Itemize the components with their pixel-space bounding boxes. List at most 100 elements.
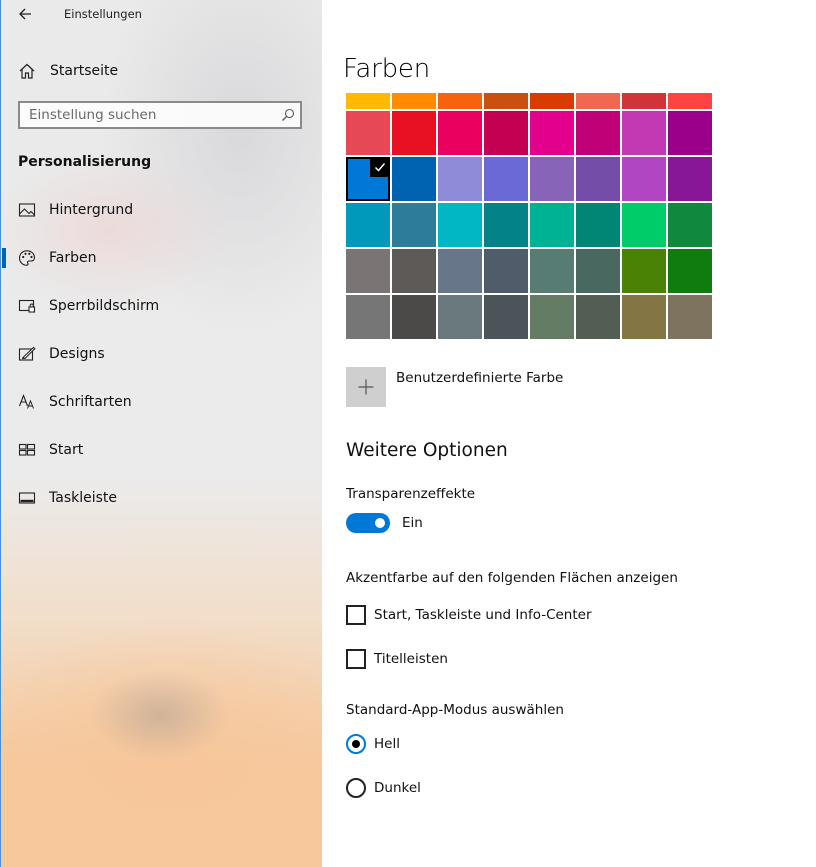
themes-icon bbox=[18, 345, 36, 363]
transparency-toggle[interactable]: Ein bbox=[346, 513, 423, 533]
content-pane: Farben Benutzerdefinierte Farbe Weitere … bbox=[322, 0, 816, 867]
palette-row bbox=[346, 111, 714, 155]
color-swatch[interactable] bbox=[392, 93, 436, 109]
home-label: Startseite bbox=[50, 63, 119, 79]
toggle-track[interactable] bbox=[346, 513, 390, 533]
color-swatch[interactable] bbox=[392, 203, 436, 247]
selection-indicator bbox=[2, 248, 6, 268]
sidebar-item-farben[interactable]: Farben bbox=[0, 242, 322, 274]
color-swatch[interactable] bbox=[622, 295, 666, 339]
color-swatch[interactable] bbox=[530, 295, 574, 339]
back-button[interactable] bbox=[14, 3, 38, 25]
sidebar-item-label: Start bbox=[49, 442, 84, 458]
palette-icon bbox=[18, 249, 36, 267]
color-swatch[interactable] bbox=[346, 249, 390, 293]
radio-dark[interactable]: Dunkel bbox=[346, 778, 421, 798]
sidebar-item-hintergrund[interactable]: Hintergrund bbox=[0, 194, 322, 226]
custom-color-label: Benutzerdefinierte Farbe bbox=[396, 370, 564, 386]
color-swatch[interactable] bbox=[668, 295, 712, 339]
radio-label: Hell bbox=[374, 736, 400, 752]
color-swatch[interactable] bbox=[668, 249, 712, 293]
sidebar-item-taskleiste[interactable]: Taskleiste bbox=[0, 482, 322, 514]
radio-button[interactable] bbox=[346, 734, 366, 754]
window-title: Einstellungen bbox=[64, 7, 142, 21]
checkbox-box[interactable] bbox=[346, 649, 366, 669]
color-swatch[interactable] bbox=[438, 295, 482, 339]
search-icon[interactable] bbox=[276, 103, 300, 127]
color-swatch[interactable] bbox=[392, 295, 436, 339]
radio-light[interactable]: Hell bbox=[346, 734, 400, 754]
color-swatch[interactable] bbox=[668, 157, 712, 201]
color-swatch[interactable] bbox=[392, 157, 436, 201]
page-title: Farben bbox=[343, 54, 430, 84]
palette-row bbox=[346, 249, 714, 293]
color-swatch[interactable] bbox=[484, 157, 528, 201]
search-input[interactable] bbox=[20, 103, 276, 127]
color-swatch[interactable] bbox=[484, 111, 528, 155]
color-swatch[interactable] bbox=[438, 203, 482, 247]
color-swatch[interactable] bbox=[484, 295, 528, 339]
color-swatch[interactable] bbox=[622, 157, 666, 201]
color-swatch[interactable] bbox=[668, 93, 712, 109]
back-arrow-icon bbox=[19, 8, 31, 20]
toggle-state: Ein bbox=[402, 515, 423, 531]
color-swatch[interactable] bbox=[484, 249, 528, 293]
color-swatch[interactable] bbox=[530, 157, 574, 201]
app-mode-label: Standard-App-Modus auswählen bbox=[346, 702, 564, 718]
home-link[interactable]: Startseite bbox=[18, 60, 118, 82]
color-swatch[interactable] bbox=[438, 111, 482, 155]
color-swatch[interactable] bbox=[576, 295, 620, 339]
color-swatch[interactable] bbox=[484, 203, 528, 247]
color-swatch[interactable] bbox=[392, 249, 436, 293]
color-swatch[interactable] bbox=[576, 111, 620, 155]
color-swatch[interactable] bbox=[346, 203, 390, 247]
sidebar-item-schriftarten[interactable]: Schriftarten bbox=[0, 386, 322, 418]
color-swatch[interactable] bbox=[576, 157, 620, 201]
color-swatch[interactable] bbox=[622, 111, 666, 155]
sidebar: Einstellungen Startseite Personalisierun… bbox=[0, 0, 322, 867]
checkbox-label: Titelleisten bbox=[374, 651, 448, 667]
sidebar-item-label: Designs bbox=[49, 346, 105, 362]
color-swatch[interactable] bbox=[530, 93, 574, 109]
radio-button[interactable] bbox=[346, 778, 366, 798]
sidebar-item-label: Farben bbox=[49, 250, 97, 266]
color-swatch[interactable] bbox=[346, 111, 390, 155]
color-swatch[interactable] bbox=[622, 203, 666, 247]
color-swatch[interactable] bbox=[530, 249, 574, 293]
checkbox-start-taskbar[interactable]: Start, Taskleiste und Info-Center bbox=[346, 605, 592, 625]
plus-icon[interactable] bbox=[346, 367, 386, 407]
sidebar-item-designs[interactable]: Designs bbox=[0, 338, 322, 370]
color-swatch[interactable] bbox=[668, 111, 712, 155]
sidebar-item-label: Hintergrund bbox=[49, 202, 134, 218]
sidebar-item-label: Sperrbildschirm bbox=[49, 298, 160, 314]
color-swatch[interactable] bbox=[576, 249, 620, 293]
color-swatch[interactable] bbox=[668, 203, 712, 247]
color-swatch[interactable] bbox=[484, 93, 528, 109]
color-swatch[interactable] bbox=[392, 111, 436, 155]
color-swatch[interactable] bbox=[622, 93, 666, 109]
color-swatch[interactable] bbox=[438, 157, 482, 201]
checkbox-box[interactable] bbox=[346, 605, 366, 625]
sidebar-item-start[interactable]: Start bbox=[0, 434, 322, 466]
search-box[interactable] bbox=[18, 101, 302, 129]
color-swatch[interactable] bbox=[576, 203, 620, 247]
sidebar-item-sperrbildschirm[interactable]: Sperrbildschirm bbox=[0, 290, 322, 322]
color-swatch[interactable] bbox=[346, 93, 390, 109]
color-swatch[interactable] bbox=[346, 157, 390, 201]
color-swatch[interactable] bbox=[346, 295, 390, 339]
color-swatch[interactable] bbox=[530, 203, 574, 247]
lock-screen-icon bbox=[18, 297, 36, 315]
color-swatch[interactable] bbox=[622, 249, 666, 293]
color-swatch[interactable] bbox=[438, 249, 482, 293]
checkbox-titlebars[interactable]: Titelleisten bbox=[346, 649, 448, 669]
custom-color-button[interactable]: Benutzerdefinierte Farbe bbox=[346, 367, 563, 407]
palette-row bbox=[346, 157, 714, 201]
sidebar-item-label: Schriftarten bbox=[49, 394, 132, 410]
taskbar-icon bbox=[18, 489, 36, 507]
color-swatch[interactable] bbox=[530, 111, 574, 155]
palette-row bbox=[346, 93, 714, 109]
color-swatch[interactable] bbox=[576, 93, 620, 109]
color-swatch[interactable] bbox=[438, 93, 482, 109]
checkbox-label: Start, Taskleiste und Info-Center bbox=[374, 607, 592, 623]
fonts-icon bbox=[18, 393, 36, 411]
